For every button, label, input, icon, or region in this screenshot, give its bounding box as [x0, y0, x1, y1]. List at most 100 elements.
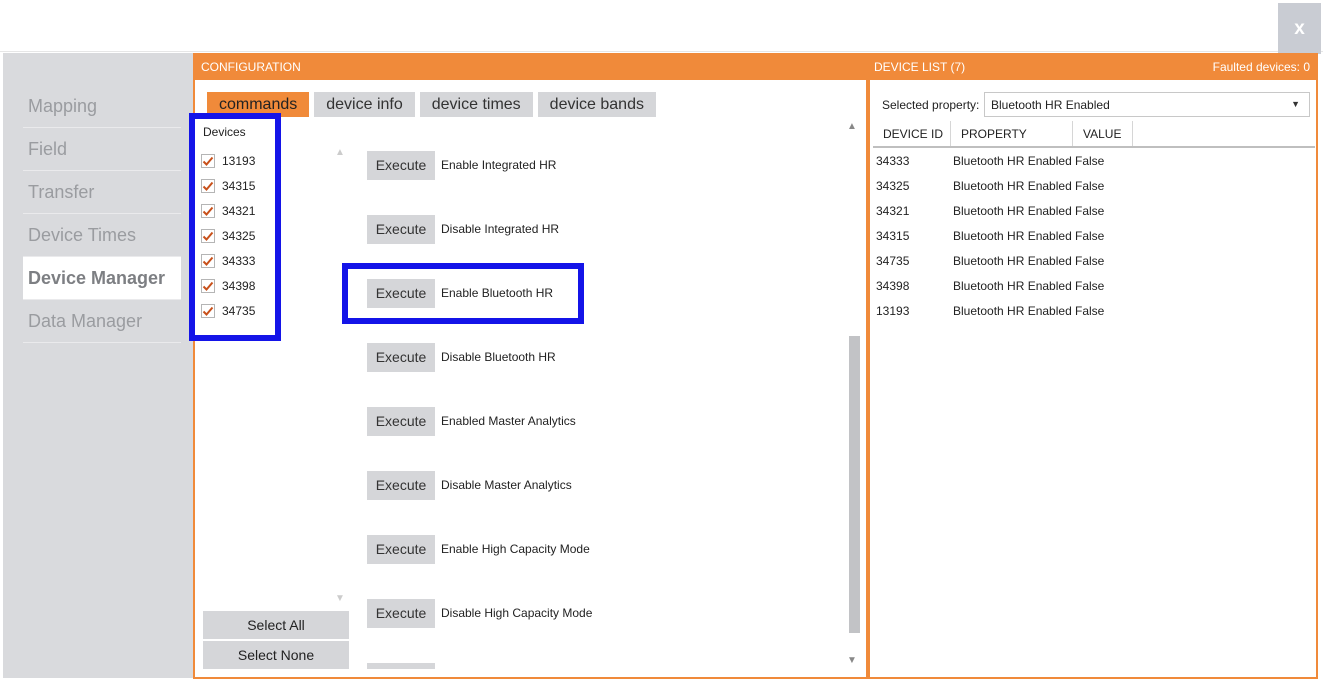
command-row: Execute Enable High Capacity Mode	[367, 534, 590, 564]
property-cell: Bluetooth HR Enabled	[953, 253, 1072, 268]
device-id-cell: 34735	[876, 253, 910, 268]
checkbox[interactable]	[201, 154, 215, 168]
table-row[interactable]: 34315 Bluetooth HR Enabled False	[873, 223, 1315, 248]
configuration-panel: CONFIGURATION commands device info devic…	[189, 53, 868, 679]
execute-button[interactable]: Execute	[367, 534, 435, 564]
nav-item-field[interactable]: Field	[23, 128, 181, 171]
table-row[interactable]: 34325 Bluetooth HR Enabled False	[873, 173, 1315, 198]
device-id-cell: 34315	[876, 228, 910, 243]
execute-button[interactable]: Execute	[367, 214, 435, 244]
device-id-label: 34321	[222, 204, 256, 218]
command-row: Execute Disable Master Analytics	[367, 470, 572, 500]
property-cell: Bluetooth HR Enabled	[953, 153, 1072, 168]
property-label: Selected property:	[882, 98, 980, 112]
nav-item-device-manager[interactable]: Device Manager	[23, 257, 181, 300]
device-id-label: 34325	[222, 229, 256, 243]
device-id-cell: 34325	[876, 178, 910, 193]
property-cell: Bluetooth HR Enabled	[953, 178, 1072, 193]
value-cell: False	[1075, 153, 1105, 168]
value-cell: False	[1075, 278, 1105, 293]
execute-button[interactable]: Execute	[367, 598, 435, 628]
property-cell: Bluetooth HR Enabled	[953, 203, 1072, 218]
list-scroll-down-icon[interactable]: ▼	[335, 593, 345, 604]
device-checkbox-row[interactable]: 34315	[201, 176, 255, 196]
value-cell: False	[1075, 178, 1105, 193]
device-checkbox-row[interactable]: 34398	[201, 276, 255, 296]
table-row[interactable]: 34735 Bluetooth HR Enabled False	[873, 248, 1315, 273]
checkbox[interactable]	[201, 179, 215, 193]
column-header-property[interactable]: PROPERTY	[951, 121, 1073, 146]
value-cell: False	[1075, 303, 1105, 318]
command-row: Execute Disable Bluetooth HR	[367, 342, 556, 372]
device-checkbox-row[interactable]: 13193	[201, 151, 255, 171]
device-table-header: DEVICE ID PROPERTY VALUE	[873, 121, 1315, 148]
checkbox[interactable]	[201, 254, 215, 268]
execute-button[interactable]: Execute	[367, 150, 435, 180]
execute-button[interactable]: Execute	[367, 406, 435, 436]
execute-button-partial[interactable]	[367, 663, 435, 669]
list-scroll-up-icon[interactable]: ▲	[335, 147, 345, 158]
column-header-value[interactable]: VALUE	[1073, 121, 1133, 146]
devices-title: Devices	[203, 125, 246, 139]
property-cell: Bluetooth HR Enabled	[953, 228, 1072, 243]
faulted-devices-count: Faulted devices: 0	[1212, 59, 1310, 74]
device-list-panel: DEVICE LIST (7) Faulted devices: 0 Selec…	[868, 53, 1318, 679]
checkmark-icon	[202, 231, 214, 241]
close-button[interactable]: x	[1278, 3, 1321, 54]
column-header-device-id[interactable]: DEVICE ID	[873, 121, 951, 146]
command-label: Disable High Capacity Mode	[441, 606, 593, 620]
device-id-label: 34333	[222, 254, 256, 268]
select-none-button[interactable]: Select None	[203, 641, 349, 669]
device-id-label: 34315	[222, 179, 256, 193]
device-id-label: 34735	[222, 304, 256, 318]
property-dropdown[interactable]: Bluetooth HR Enabled ▼	[984, 92, 1310, 117]
checkbox[interactable]	[201, 279, 215, 293]
select-all-button[interactable]: Select All	[203, 611, 349, 639]
property-cell: Bluetooth HR Enabled	[953, 278, 1072, 293]
scroll-up-icon[interactable]: ▲	[847, 121, 857, 132]
checkmark-icon	[202, 281, 214, 291]
device-id-cell: 34333	[876, 153, 910, 168]
table-row[interactable]: 34321 Bluetooth HR Enabled False	[873, 198, 1315, 223]
checkbox[interactable]	[201, 204, 215, 218]
checkbox[interactable]	[201, 304, 215, 318]
device-id-label: 13193	[222, 154, 256, 168]
nav-item-mapping[interactable]: Mapping	[23, 85, 181, 128]
device-checkbox-row[interactable]: 34321	[201, 201, 255, 221]
nav-item-data-manager[interactable]: Data Manager	[23, 300, 181, 343]
table-row[interactable]: 34398 Bluetooth HR Enabled False	[873, 273, 1315, 298]
tab-device-info[interactable]: device info	[314, 92, 415, 117]
nav-item-transfer[interactable]: Transfer	[23, 171, 181, 214]
command-label: Enable Integrated HR	[441, 158, 557, 172]
scroll-down-icon[interactable]: ▼	[847, 655, 857, 666]
property-cell: Bluetooth HR Enabled	[953, 303, 1072, 318]
command-label: Enabled Master Analytics	[441, 414, 576, 428]
value-cell: False	[1075, 203, 1105, 218]
checkmark-icon	[202, 306, 214, 316]
device-checkbox-row[interactable]: 34735	[201, 301, 255, 321]
configuration-header: CONFIGURATION	[195, 53, 866, 80]
title-bar	[0, 0, 1323, 52]
command-label: Enable High Capacity Mode	[441, 542, 590, 556]
device-id-cell: 34398	[876, 278, 910, 293]
left-nav: Mapping Field Transfer Device Times Devi…	[3, 53, 193, 678]
checkmark-icon	[202, 206, 214, 216]
device-id-label: 34398	[222, 279, 256, 293]
nav-item-device-times[interactable]: Device Times	[23, 214, 181, 257]
command-label: Disable Bluetooth HR	[441, 350, 556, 364]
checkbox[interactable]	[201, 229, 215, 243]
table-row[interactable]: 34333 Bluetooth HR Enabled False	[873, 148, 1315, 173]
devices-list: Devices 13193 34315 34321 34325 34333 34…	[189, 113, 281, 341]
device-checkbox-row[interactable]: 34325	[201, 226, 255, 246]
tab-device-bands[interactable]: device bands	[537, 92, 656, 117]
device-id-cell: 13193	[876, 303, 910, 318]
table-row[interactable]: 13193 Bluetooth HR Enabled False	[873, 298, 1315, 323]
execute-button[interactable]: Execute	[367, 342, 435, 372]
device-checkbox-row[interactable]: 34333	[201, 251, 255, 271]
tab-device-times[interactable]: device times	[419, 92, 533, 117]
command-row: Execute Enable Integrated HR	[367, 150, 556, 180]
checkmark-icon	[202, 256, 214, 266]
scrollbar-thumb[interactable]	[849, 336, 860, 633]
execute-button[interactable]: Execute	[367, 470, 435, 500]
device-list-header: DEVICE LIST (7) Faulted devices: 0	[870, 53, 1316, 80]
